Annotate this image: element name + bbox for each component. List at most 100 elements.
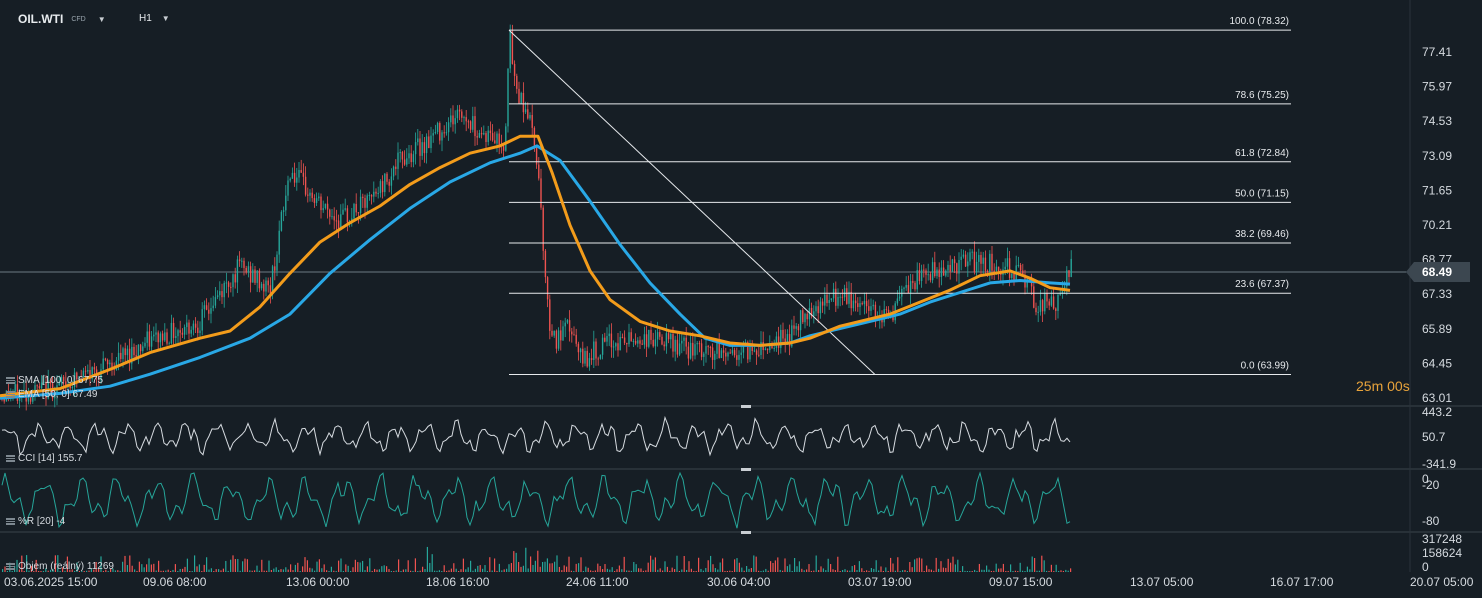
- candle-body: [241, 260, 243, 262]
- candle-body: [307, 194, 309, 196]
- candle-body: [333, 216, 335, 221]
- indicator-ema[interactable]: EMA [50, 0] 67.49: [6, 389, 98, 400]
- menu-icon[interactable]: [6, 377, 15, 384]
- volume-bar: [554, 561, 556, 572]
- volume-bar: [263, 570, 265, 572]
- wr-tick-label: -80: [1422, 514, 1440, 528]
- volume-bar: [916, 558, 918, 572]
- candle-body: [177, 330, 179, 337]
- candle-body: [430, 135, 432, 149]
- volume-bar: [743, 570, 745, 572]
- volume-bar: [242, 561, 244, 572]
- volume-bar: [134, 569, 136, 572]
- menu-icon[interactable]: [6, 563, 15, 570]
- candle-body: [997, 266, 1000, 272]
- volume-bar: [566, 566, 568, 572]
- volume-bar: [582, 570, 584, 572]
- candle-body: [758, 354, 760, 356]
- symbol-type: CFD: [71, 15, 86, 23]
- candle-body: [586, 350, 588, 367]
- volume-bar: [333, 570, 335, 572]
- candle-body: [265, 280, 267, 292]
- candle-body: [300, 170, 302, 173]
- symbol-selector[interactable]: OIL.WTI CFD ▼: [18, 9, 106, 29]
- candle-body: [975, 261, 978, 273]
- volume-bar: [326, 570, 328, 572]
- price-tick-label: 75.97: [1422, 80, 1452, 94]
- volume-bar: [186, 558, 188, 572]
- price-tick-label: 77.41: [1422, 45, 1452, 59]
- menu-icon[interactable]: [6, 455, 15, 462]
- volume-bar: [172, 569, 174, 572]
- candle-body: [670, 333, 672, 340]
- candle-body: [379, 181, 382, 194]
- menu-icon[interactable]: [6, 518, 15, 525]
- candle-body: [274, 266, 276, 271]
- volume-bar: [1010, 564, 1012, 572]
- candle-body: [507, 68, 509, 127]
- candle-body: [485, 133, 487, 143]
- volume-bar: [594, 570, 596, 572]
- candle-body: [38, 386, 41, 389]
- volume-bar: [410, 570, 412, 572]
- indicator-volume[interactable]: Objem (reálný) 11269: [6, 561, 114, 572]
- candle-body: [93, 367, 96, 370]
- time-tick-label: 13.07 05:00: [1130, 575, 1194, 589]
- menu-icon[interactable]: [6, 391, 15, 398]
- candle-body: [201, 309, 203, 331]
- volume-bar: [182, 568, 184, 572]
- volume-bar: [676, 555, 678, 572]
- candle-body: [243, 260, 245, 268]
- candle-body: [342, 209, 344, 215]
- volume-bar: [758, 570, 760, 572]
- candle-body: [397, 152, 399, 169]
- volume-bar: [443, 565, 445, 572]
- volume-bar: [314, 570, 316, 572]
- candle-body: [161, 333, 164, 341]
- volume-bar: [208, 569, 210, 572]
- volume-bar: [378, 569, 380, 572]
- candle-body: [153, 334, 155, 337]
- volume-bar: [911, 567, 913, 572]
- volume-bar: [124, 555, 126, 572]
- volume-bar: [213, 570, 215, 572]
- indicator-cci[interactable]: CCI [14] 155.7: [6, 453, 82, 464]
- volume-bar: [544, 561, 546, 572]
- indicator-wr[interactable]: %R [20] -4: [6, 516, 65, 527]
- price-chart[interactable]: 100.0 (78.32) 78.6 (75.25) 61.8 (72.84) 50.…: [0, 0, 1482, 598]
- candle-body: [659, 332, 661, 337]
- chevron-down-icon[interactable]: ▼: [162, 14, 170, 23]
- volume-bar: [119, 570, 121, 572]
- fibonacci-retracement[interactable]: 100.0 (78.32) 78.6 (75.25) 61.8 (72.84) 50.…: [508, 16, 1291, 375]
- volume-bar: [419, 570, 421, 572]
- volume-bar: [160, 570, 162, 572]
- candle-body: [520, 92, 522, 104]
- volume-bar: [155, 570, 157, 572]
- indicator-sma[interactable]: SMA [100, 0] 67.75: [6, 375, 103, 386]
- candle-body: [912, 281, 914, 283]
- volume-bar: [578, 563, 580, 572]
- candle-body: [476, 136, 478, 138]
- candle-body: [786, 334, 789, 343]
- candle-body: [940, 267, 943, 277]
- candle-body: [166, 332, 168, 344]
- candle-body: [144, 342, 146, 347]
- volume-bar: [131, 565, 133, 572]
- candle-body: [159, 333, 162, 343]
- timeframe-selector[interactable]: H1 ▼: [139, 13, 170, 24]
- candle-body: [346, 208, 349, 223]
- candle-body: [150, 336, 153, 347]
- candle-body: [223, 282, 225, 298]
- candle-body: [722, 350, 725, 353]
- candle-body: [529, 115, 531, 119]
- volume-bar: [563, 565, 565, 572]
- volume-bar: [789, 564, 791, 572]
- volume-tick-label: 317248: [1422, 532, 1462, 546]
- candle-body: [551, 330, 553, 336]
- volume-bar: [962, 566, 964, 572]
- candle-body: [461, 111, 463, 118]
- volume-bar: [813, 570, 815, 572]
- chevron-down-icon[interactable]: ▼: [98, 15, 106, 24]
- candle-body: [821, 301, 824, 306]
- volume-bar: [1070, 568, 1072, 572]
